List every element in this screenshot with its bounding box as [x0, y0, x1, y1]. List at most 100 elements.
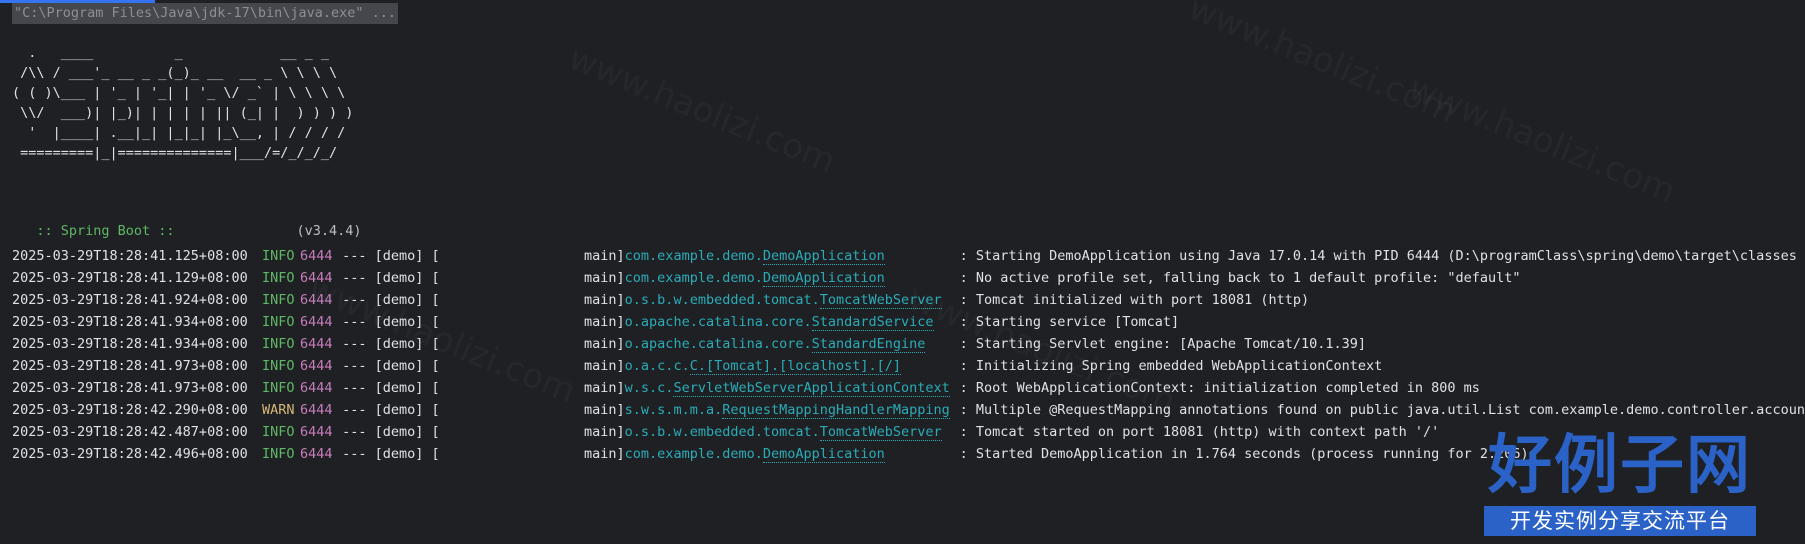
- log-logger[interactable]: o.apache.catalina.core.StandardService: [625, 311, 960, 333]
- log-app-name: --- [demo] [: [334, 358, 440, 374]
- log-thread: main]: [584, 446, 625, 462]
- log-pid: 6444: [300, 270, 333, 286]
- log-thread: main]: [584, 358, 625, 374]
- log-level: INFO: [262, 358, 295, 374]
- log-pid: 6444: [300, 314, 333, 330]
- log-level: INFO: [262, 292, 295, 308]
- log-logger[interactable]: s.w.s.m.m.a.RequestMappingHandlerMapping: [625, 399, 960, 421]
- log-logger-class-link[interactable]: RequestMappingHandlerMapping: [722, 402, 950, 419]
- log-timestamp: 2025-03-29T18:28:41.924+08:00: [12, 292, 248, 308]
- log-logger-class-link[interactable]: DemoApplication: [762, 270, 885, 287]
- log-row: 2025-03-29T18:28:41.934+08:00 INFO 6444 --…: [12, 333, 1805, 355]
- log-app-name: --- [demo] [: [334, 336, 440, 352]
- log-row: 2025-03-29T18:28:41.973+08:00 INFO 6444 --…: [12, 355, 1805, 377]
- log-pid: 6444: [300, 248, 333, 264]
- log-pid: 6444: [300, 446, 333, 462]
- log-message: : Starting Servlet engine: [Apache Tomca…: [959, 336, 1367, 352]
- log-logger-package: o.apache.catalina.core.: [624, 336, 812, 352]
- log-message: : Root WebApplicationContext: initializa…: [959, 380, 1480, 396]
- spring-boot-label: :: Spring Boot ::: [28, 223, 183, 239]
- spring-boot-version-line: :: Spring Boot :: (v3.4.4): [12, 201, 362, 241]
- log-message: : Starting DemoApplication using Java 17…: [959, 248, 1805, 264]
- log-logger[interactable]: com.example.demo.DemoApplication: [625, 267, 960, 289]
- logo-subtitle: 开发实例分享交流平台: [1484, 506, 1756, 536]
- log-app-name: --- [demo] [: [334, 424, 440, 440]
- log-logger-class-link[interactable]: ServletWebServerApplicationContext: [673, 380, 950, 397]
- log-level: INFO: [262, 424, 295, 440]
- log-app-name: --- [demo] [: [334, 314, 440, 330]
- log-level: INFO: [262, 248, 295, 264]
- log-logger-class-link[interactable]: C.[Tomcat].[localhost].[/]: [689, 358, 902, 375]
- log-level: WARN: [262, 402, 295, 418]
- log-logger[interactable]: com.example.demo.DemoApplication: [625, 443, 960, 465]
- log-logger-package: o.s.b.w.embedded.tomcat.: [624, 292, 820, 308]
- log-logger[interactable]: o.apache.catalina.core.StandardEngine: [625, 333, 960, 355]
- spring-boot-version: (v3.4.4): [182, 223, 362, 239]
- log-thread: main]: [584, 314, 625, 330]
- log-logger-class-link[interactable]: StandardEngine: [811, 336, 926, 353]
- log-logger[interactable]: com.example.demo.DemoApplication: [625, 245, 960, 267]
- log-logger-class-link[interactable]: DemoApplication: [762, 446, 885, 463]
- log-app-name: --- [demo] [: [334, 270, 440, 286]
- log-message: : Started DemoApplication in 1.764 secon…: [959, 446, 1529, 462]
- log-message: : Tomcat started on port 18081 (http) wi…: [959, 424, 1440, 440]
- log-pid: 6444: [300, 336, 333, 352]
- log-logger[interactable]: w.s.c.ServletWebServerApplicationContext: [625, 377, 960, 399]
- log-logger-class-link[interactable]: TomcatWebServer: [819, 292, 942, 309]
- log-app-name: --- [demo] [: [334, 402, 440, 418]
- log-level: INFO: [262, 336, 295, 352]
- log-logger-class-link[interactable]: DemoApplication: [762, 248, 885, 265]
- log-timestamp: 2025-03-29T18:28:42.487+08:00: [12, 424, 248, 440]
- run-command-line[interactable]: "C:\Program Files\Java\jdk-17\bin\java.e…: [12, 3, 399, 24]
- log-level: INFO: [262, 446, 295, 462]
- log-logger-package: o.a.c.c.: [624, 358, 690, 374]
- spring-boot-ascii-banner: . ____ _ __ _ _ /\\ / ___'_ __ _ _(_)_ _…: [12, 45, 354, 161]
- log-row: 2025-03-29T18:28:41.125+08:00 INFO 6444 --…: [12, 245, 1805, 267]
- log-thread: main]: [584, 402, 625, 418]
- log-logger-package: o.s.b.w.embedded.tomcat.: [624, 424, 820, 440]
- log-row: 2025-03-29T18:28:42.290+08:00 WARN 6444 --…: [12, 399, 1805, 421]
- watermark-text: www.haolizi.com: [1183, 0, 1461, 132]
- log-row: 2025-03-29T18:28:41.934+08:00 INFO 6444 --…: [12, 311, 1805, 333]
- logo-title: 好例子网: [1488, 428, 1752, 503]
- log-logger-package: com.example.demo.: [624, 446, 763, 462]
- log-timestamp: 2025-03-29T18:28:41.973+08:00: [12, 380, 248, 396]
- log-logger-package: com.example.demo.: [624, 270, 763, 286]
- log-row: 2025-03-29T18:28:41.973+08:00 INFO 6444 --…: [12, 377, 1805, 399]
- log-row: 2025-03-29T18:28:41.924+08:00 INFO 6444 --…: [12, 289, 1805, 311]
- log-pid: 6444: [300, 402, 333, 418]
- log-thread: main]: [584, 248, 625, 264]
- log-logger-class-link[interactable]: TomcatWebServer: [819, 424, 942, 441]
- log-logger-class-link[interactable]: StandardService: [811, 314, 934, 331]
- log-message: : Tomcat initialized with port 18081 (ht…: [959, 292, 1310, 308]
- haolizi-logo: 好例子网 开发实例分享交流平台: [1480, 430, 1760, 540]
- log-level: INFO: [262, 380, 295, 396]
- log-thread: main]: [584, 270, 625, 286]
- log-pid: 6444: [300, 424, 333, 440]
- log-timestamp: 2025-03-29T18:28:41.934+08:00: [12, 314, 248, 330]
- log-thread: main]: [584, 336, 625, 352]
- watermark-text: www.haolizi.com: [563, 38, 841, 181]
- log-pid: 6444: [300, 292, 333, 308]
- log-pid: 6444: [300, 358, 333, 374]
- log-logger[interactable]: o.s.b.w.embedded.tomcat.TomcatWebServer: [625, 289, 960, 311]
- log-level: INFO: [262, 314, 295, 330]
- log-timestamp: 2025-03-29T18:28:42.290+08:00: [12, 402, 248, 418]
- log-message: : Starting service [Tomcat]: [959, 314, 1180, 330]
- log-thread: main]: [584, 424, 625, 440]
- log-thread: main]: [584, 380, 625, 396]
- log-message: : Multiple @RequestMapping annotations f…: [959, 402, 1805, 418]
- log-logger[interactable]: o.a.c.c.C.[Tomcat].[localhost].[/]: [625, 355, 960, 377]
- log-logger[interactable]: o.s.b.w.embedded.tomcat.TomcatWebServer: [625, 421, 960, 443]
- watermark-text: www.haolizi.com: [1403, 68, 1681, 211]
- log-logger-package: s.w.s.m.m.a.: [624, 402, 723, 418]
- log-app-name: --- [demo] [: [334, 248, 440, 264]
- log-message: : Initializing Spring embedded WebApplic…: [959, 358, 1383, 374]
- log-message: : No active profile set, falling back to…: [959, 270, 1521, 286]
- log-app-name: --- [demo] [: [334, 292, 440, 308]
- log-app-name: --- [demo] [: [334, 380, 440, 396]
- log-logger-package: o.apache.catalina.core.: [624, 314, 812, 330]
- log-logger-package: w.s.c.: [624, 380, 674, 396]
- log-timestamp: 2025-03-29T18:28:42.496+08:00: [12, 446, 248, 462]
- log-row: 2025-03-29T18:28:41.129+08:00 INFO 6444 --…: [12, 267, 1805, 289]
